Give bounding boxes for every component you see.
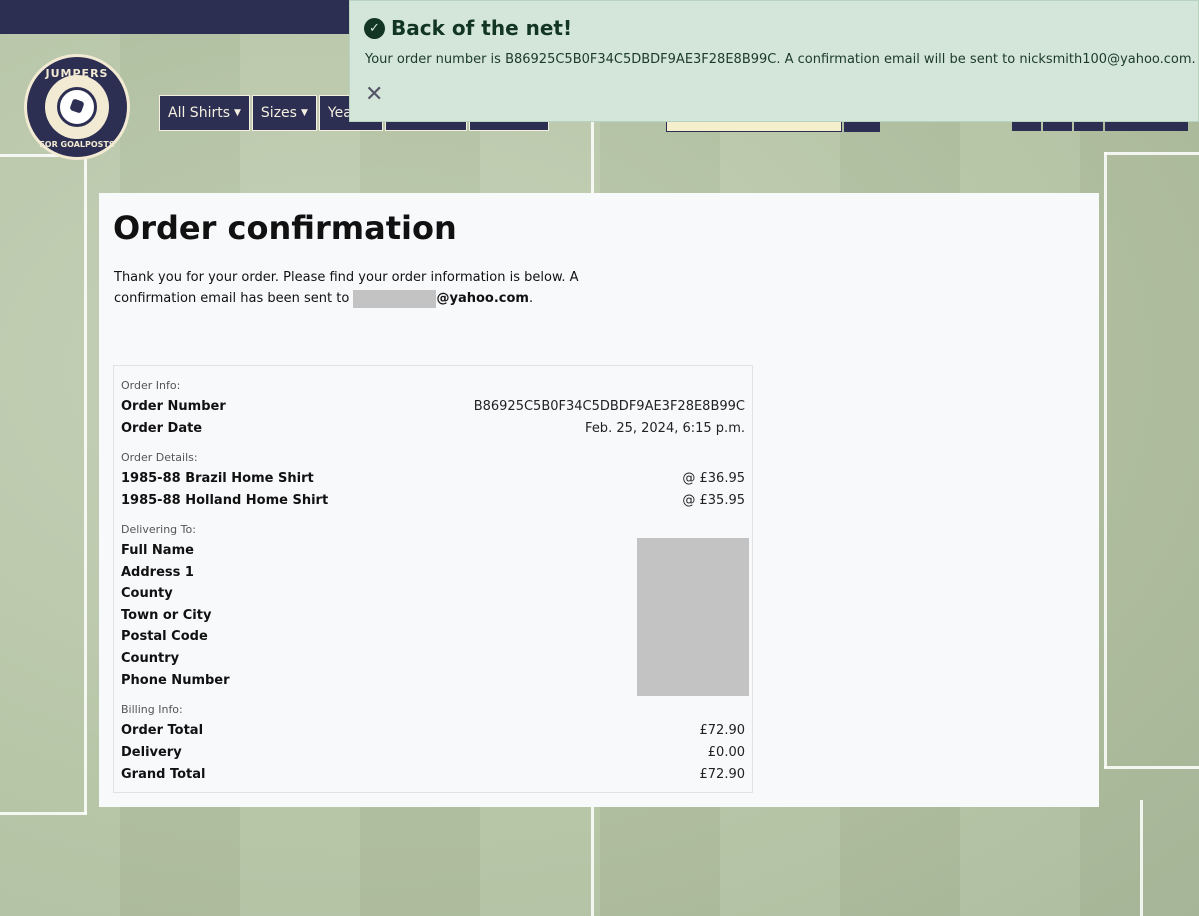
nav-label: All Shirts <box>168 105 230 121</box>
caret-down-icon: ▼ <box>234 108 241 118</box>
order-date-value: Feb. 25, 2024, 6:15 p.m. <box>585 420 745 436</box>
item-name: 1985-88 Brazil Home Shirt <box>121 470 314 486</box>
email-domain: @yahoo.com <box>436 291 529 306</box>
delivery-label: Full Name <box>121 542 194 558</box>
toast-title-row: ✓ Back of the net! <box>364 16 572 40</box>
order-date-label: Order Date <box>121 420 203 436</box>
order-date-row: Order Date Feb. 25, 2024, 6:15 p.m. <box>121 418 745 438</box>
item-price: @ £36.95 <box>682 470 745 486</box>
caret-down-icon: ▼ <box>300 108 308 118</box>
delivery-label: County <box>121 585 173 601</box>
nav-all-shirts[interactable]: All Shirts ▼ <box>159 95 250 131</box>
success-toast: ✓ Back of the net! Your order number is … <box>349 0 1199 122</box>
nav-label: Sizes <box>260 105 297 121</box>
order-info-panel: Order Info: Order Number B86925C5B0F34C5… <box>113 365 753 793</box>
intro-end: . <box>528 291 534 306</box>
billing-label: Order Total <box>121 722 204 738</box>
nav-sizes[interactable]: Sizes ▼ <box>251 95 317 131</box>
billing-row: Order Total £72.90 <box>121 720 745 740</box>
delivery-label: Town or City <box>121 607 212 623</box>
intro-text: Thank you for your order. Please find yo… <box>114 267 594 309</box>
section-billing-info: Billing Info: <box>121 703 183 716</box>
order-item-row: 1985-88 Holland Home Shirt @ £35.95 <box>121 490 745 510</box>
item-price: @ £35.95 <box>682 492 745 508</box>
page-title: Order confirmation <box>113 209 457 247</box>
delivery-label: Phone Number <box>121 672 230 688</box>
delivery-label: Postal Code <box>121 628 208 644</box>
redacted-email-user <box>353 289 437 308</box>
order-number-value: B86925C5B0F34C5DBDF9AE3F28E8B99C <box>473 398 745 414</box>
check-circle-icon: ✓ <box>364 17 385 39</box>
billing-value: £0.00 <box>707 744 745 760</box>
billing-row: Grand Total £72.90 <box>121 764 745 784</box>
order-number-row: Order Number B86925C5B0F34C5DBDF9AE3F28E… <box>121 396 745 416</box>
item-name: 1985-88 Holland Home Shirt <box>121 492 329 508</box>
redacted-address-block <box>637 538 749 696</box>
logo-text-bottom: FOR GOALPOSTS <box>39 140 115 149</box>
close-icon[interactable]: ✕ <box>365 83 383 107</box>
billing-row: Delivery £0.00 <box>121 742 745 762</box>
toast-title: Back of the net! <box>391 16 573 40</box>
football-icon <box>57 87 97 127</box>
site-logo[interactable]: JUMPERS FOR GOALPOSTS <box>24 54 130 160</box>
order-item-row: 1985-88 Brazil Home Shirt @ £36.95 <box>121 468 745 488</box>
delivery-label: Country <box>121 650 180 666</box>
billing-label: Delivery <box>121 744 182 760</box>
section-order-info: Order Info: <box>121 379 181 392</box>
billing-value: £72.90 <box>699 722 746 738</box>
section-order-details: Order Details: <box>121 451 198 464</box>
billing-value: £72.90 <box>699 766 746 782</box>
order-confirmation-card: Order confirmation Thank you for your or… <box>99 193 1099 807</box>
toast-message: Your order number is B86925C5B0F34C5DBDF… <box>365 52 1196 67</box>
delivery-label: Address 1 <box>121 564 194 580</box>
section-delivering-to: Delivering To: <box>121 523 196 536</box>
order-number-label: Order Number <box>121 398 226 414</box>
billing-label: Grand Total <box>121 766 206 782</box>
